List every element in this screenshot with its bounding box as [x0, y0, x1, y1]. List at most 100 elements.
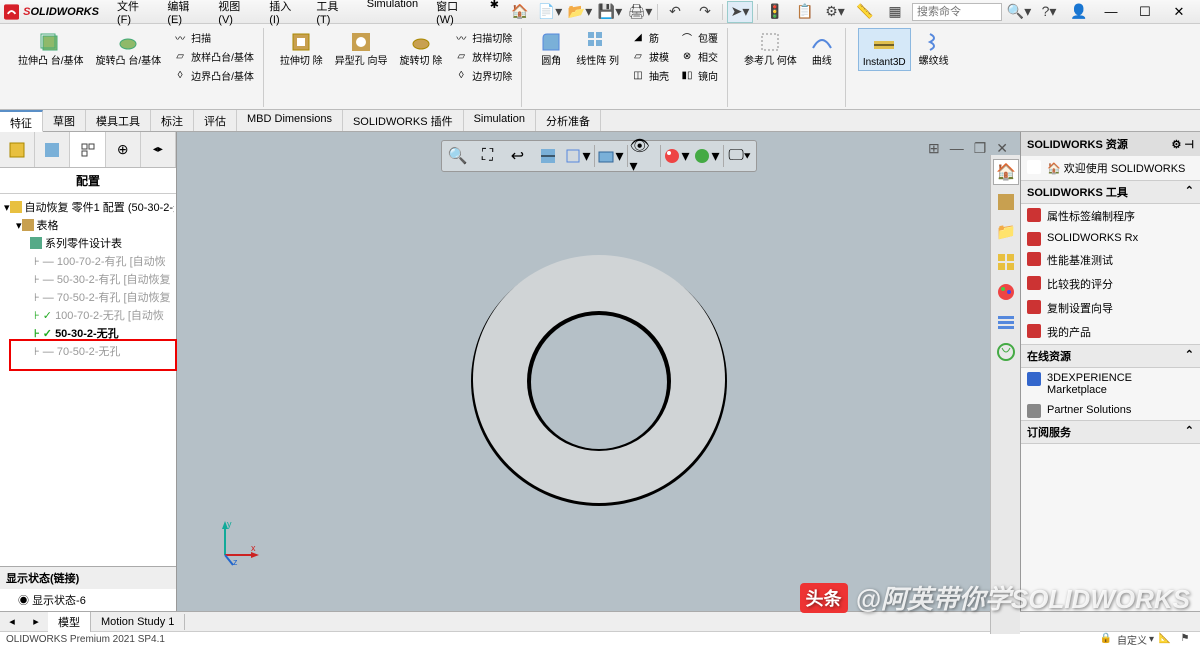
wrap-button[interactable]: ⌒包覆: [676, 28, 721, 46]
fm-tab-tree[interactable]: [0, 132, 35, 167]
tab-mbd[interactable]: MBD Dimensions: [237, 110, 343, 131]
orient-icon[interactable]: ▾: [564, 143, 592, 169]
minimize-button[interactable]: —: [1096, 4, 1126, 19]
fm-tab-config[interactable]: [70, 132, 105, 167]
menu-edit[interactable]: 编辑(E): [159, 0, 208, 28]
cut-loft-button[interactable]: ▱放样切除: [450, 47, 515, 65]
options-icon[interactable]: ⚙▾: [822, 1, 848, 23]
help-icon[interactable]: ?▾: [1036, 1, 1062, 23]
cut-extrude-button[interactable]: 拉伸切 除: [276, 28, 327, 69]
home-icon[interactable]: 🏠: [507, 1, 533, 23]
menu-window[interactable]: 窗口(W): [428, 0, 480, 28]
fm-tab-more[interactable]: ◂▸: [141, 132, 176, 167]
prev-view-icon[interactable]: ↩: [504, 143, 532, 169]
menu-simulation[interactable]: Simulation: [359, 0, 426, 28]
cut-boundary-button[interactable]: ◊边界切除: [450, 66, 515, 84]
btab-model[interactable]: 模型: [48, 612, 91, 632]
online-partner[interactable]: Partner Solutions: [1021, 400, 1200, 420]
shell-button[interactable]: ◫抽壳: [627, 66, 672, 84]
status-dropdown-icon[interactable]: ▾: [1149, 634, 1154, 645]
tree-design-table[interactable]: 系列零件设计表: [2, 234, 174, 252]
ruler-icon[interactable]: 📏: [852, 1, 878, 23]
resources-gear-icon[interactable]: ⚙ ⊣: [1172, 138, 1195, 151]
status-ruler-icon[interactable]: 📐: [1156, 633, 1174, 645]
open-icon[interactable]: 📂▾: [567, 1, 593, 23]
close-button[interactable]: ✕: [1164, 4, 1194, 20]
loft-button[interactable]: ▱放样凸台/基体: [169, 47, 257, 65]
traffic-icon[interactable]: 🚦: [762, 1, 788, 23]
vp-minimize-icon[interactable]: —: [950, 140, 964, 157]
refgeo-button[interactable]: 参考几 何体: [740, 28, 801, 69]
menu-insert[interactable]: 插入(I): [261, 0, 306, 28]
zoom-area-icon[interactable]: ⛶: [474, 143, 502, 169]
curves-button[interactable]: 曲线: [805, 28, 839, 69]
config-item-1[interactable]: ⊦ — 50-30-2-有孔 [自动恢复: [2, 270, 174, 288]
tp-design-lib-icon[interactable]: [993, 189, 1019, 215]
scene-icon[interactable]: ▾: [693, 143, 721, 169]
config-item-3[interactable]: ⊦ ✓ 100-70-2-无孔 [自动恢: [2, 306, 174, 324]
status-lock-icon[interactable]: 🔒: [1097, 633, 1115, 645]
tab-features[interactable]: 特征: [0, 110, 43, 132]
config-item-0[interactable]: ⊦ — 100-70-2-有孔 [自动恢: [2, 252, 174, 270]
status-flag-icon[interactable]: ⚑: [1176, 633, 1194, 645]
welcome-link[interactable]: 🏠 欢迎使用 SOLIDWORKS: [1021, 156, 1200, 180]
hide-show-icon[interactable]: 👁▾: [630, 143, 658, 169]
graphics-viewport[interactable]: 🔍 ⛶ ↩ ▾ ▾ 👁▾ ▾ ▾ 🖵▾ ⊞ — ❐ ✕: [177, 132, 1020, 611]
cut-sweep-button[interactable]: 〰扫描切除: [450, 28, 515, 46]
login-icon[interactable]: 👤: [1066, 1, 1092, 23]
thread-button[interactable]: 螺纹线: [915, 28, 953, 69]
revolve-boss-button[interactable]: 旋转凸 台/基体: [92, 28, 166, 69]
tab-mold[interactable]: 模具工具: [86, 110, 151, 131]
tp-appearance-icon[interactable]: [993, 279, 1019, 305]
redo-icon[interactable]: ↷: [692, 1, 718, 23]
menu-view[interactable]: 视图(V): [210, 0, 259, 28]
vp-restore-icon[interactable]: ❐: [974, 140, 987, 157]
instant3d-button[interactable]: Instant3D: [858, 28, 911, 71]
tool-benchmark[interactable]: 性能基准测试: [1021, 248, 1200, 272]
tool-tag-editor[interactable]: 属性标签编制程序: [1021, 204, 1200, 228]
tree-root[interactable]: ▾ 自动恢复 零件1 配置 (50-30-2-无: [2, 198, 174, 216]
status-custom[interactable]: 自定义: [1117, 632, 1147, 647]
tp-forum-icon[interactable]: [993, 339, 1019, 365]
search-glass-icon[interactable]: 🔍▾: [1006, 1, 1032, 23]
btab-motion[interactable]: Motion Study 1: [91, 614, 185, 630]
menu-pin[interactable]: ✱: [482, 0, 507, 28]
tool-rx[interactable]: SOLIDWORKS Rx: [1021, 228, 1200, 248]
mirror-button[interactable]: ▮▯镜向: [676, 66, 721, 84]
tab-analysis[interactable]: 分析准备: [536, 110, 601, 131]
menu-tools[interactable]: 工具(T): [308, 0, 356, 28]
section-icon[interactable]: [534, 143, 562, 169]
rib-button[interactable]: ◢筋: [627, 28, 672, 46]
btab-scroll-right[interactable]: ▸: [24, 615, 48, 628]
btab-scroll-left[interactable]: ◂: [0, 615, 24, 628]
online-section-header[interactable]: 在线资源⌃: [1021, 344, 1200, 368]
tree-tables[interactable]: ▾ 表格: [2, 216, 174, 234]
tool-copy-settings[interactable]: 复制设置向导: [1021, 296, 1200, 320]
display-style-icon[interactable]: ▾: [597, 143, 625, 169]
fillet-button[interactable]: 圆角: [534, 28, 568, 69]
pattern-button[interactable]: 线性阵 列: [572, 28, 623, 69]
tab-sketch[interactable]: 草图: [43, 110, 86, 131]
tab-annotate[interactable]: 标注: [151, 110, 194, 131]
boundary-button[interactable]: ◊边界凸台/基体: [169, 66, 257, 84]
config-item-2[interactable]: ⊦ — 70-50-2-有孔 [自动恢复: [2, 288, 174, 306]
online-3dx[interactable]: 3DEXPERIENCE Marketplace: [1021, 368, 1200, 400]
appearance-icon[interactable]: ▾: [663, 143, 691, 169]
tp-custom-props-icon[interactable]: [993, 309, 1019, 335]
menu-file[interactable]: 文件(F): [109, 0, 157, 28]
fm-tab-dim[interactable]: ⊕: [106, 132, 141, 167]
tp-file-explorer-icon[interactable]: 📁: [993, 219, 1019, 245]
tab-addins[interactable]: SOLIDWORKS 插件: [343, 110, 464, 131]
extrude-boss-button[interactable]: 拉伸凸 台/基体: [14, 28, 88, 69]
tool-my-products[interactable]: 我的产品: [1021, 320, 1200, 344]
sweep-button[interactable]: 〰扫描: [169, 28, 257, 46]
config-item-5[interactable]: ⊦ — 70-50-2-无孔: [2, 342, 174, 360]
config-item-4[interactable]: ⊦ ✓ 50-30-2-无孔: [2, 324, 174, 342]
display-state-header[interactable]: 显示状态(链接): [0, 567, 176, 589]
vp-grid-icon[interactable]: ⊞: [928, 140, 940, 157]
tools-section-header[interactable]: SOLIDWORKS 工具⌃: [1021, 180, 1200, 204]
intersect-button[interactable]: ⊗相交: [676, 47, 721, 65]
view-settings-icon[interactable]: 🖵▾: [726, 143, 754, 169]
rebuild-icon[interactable]: 📋: [792, 1, 818, 23]
tab-simulation[interactable]: Simulation: [464, 110, 536, 131]
